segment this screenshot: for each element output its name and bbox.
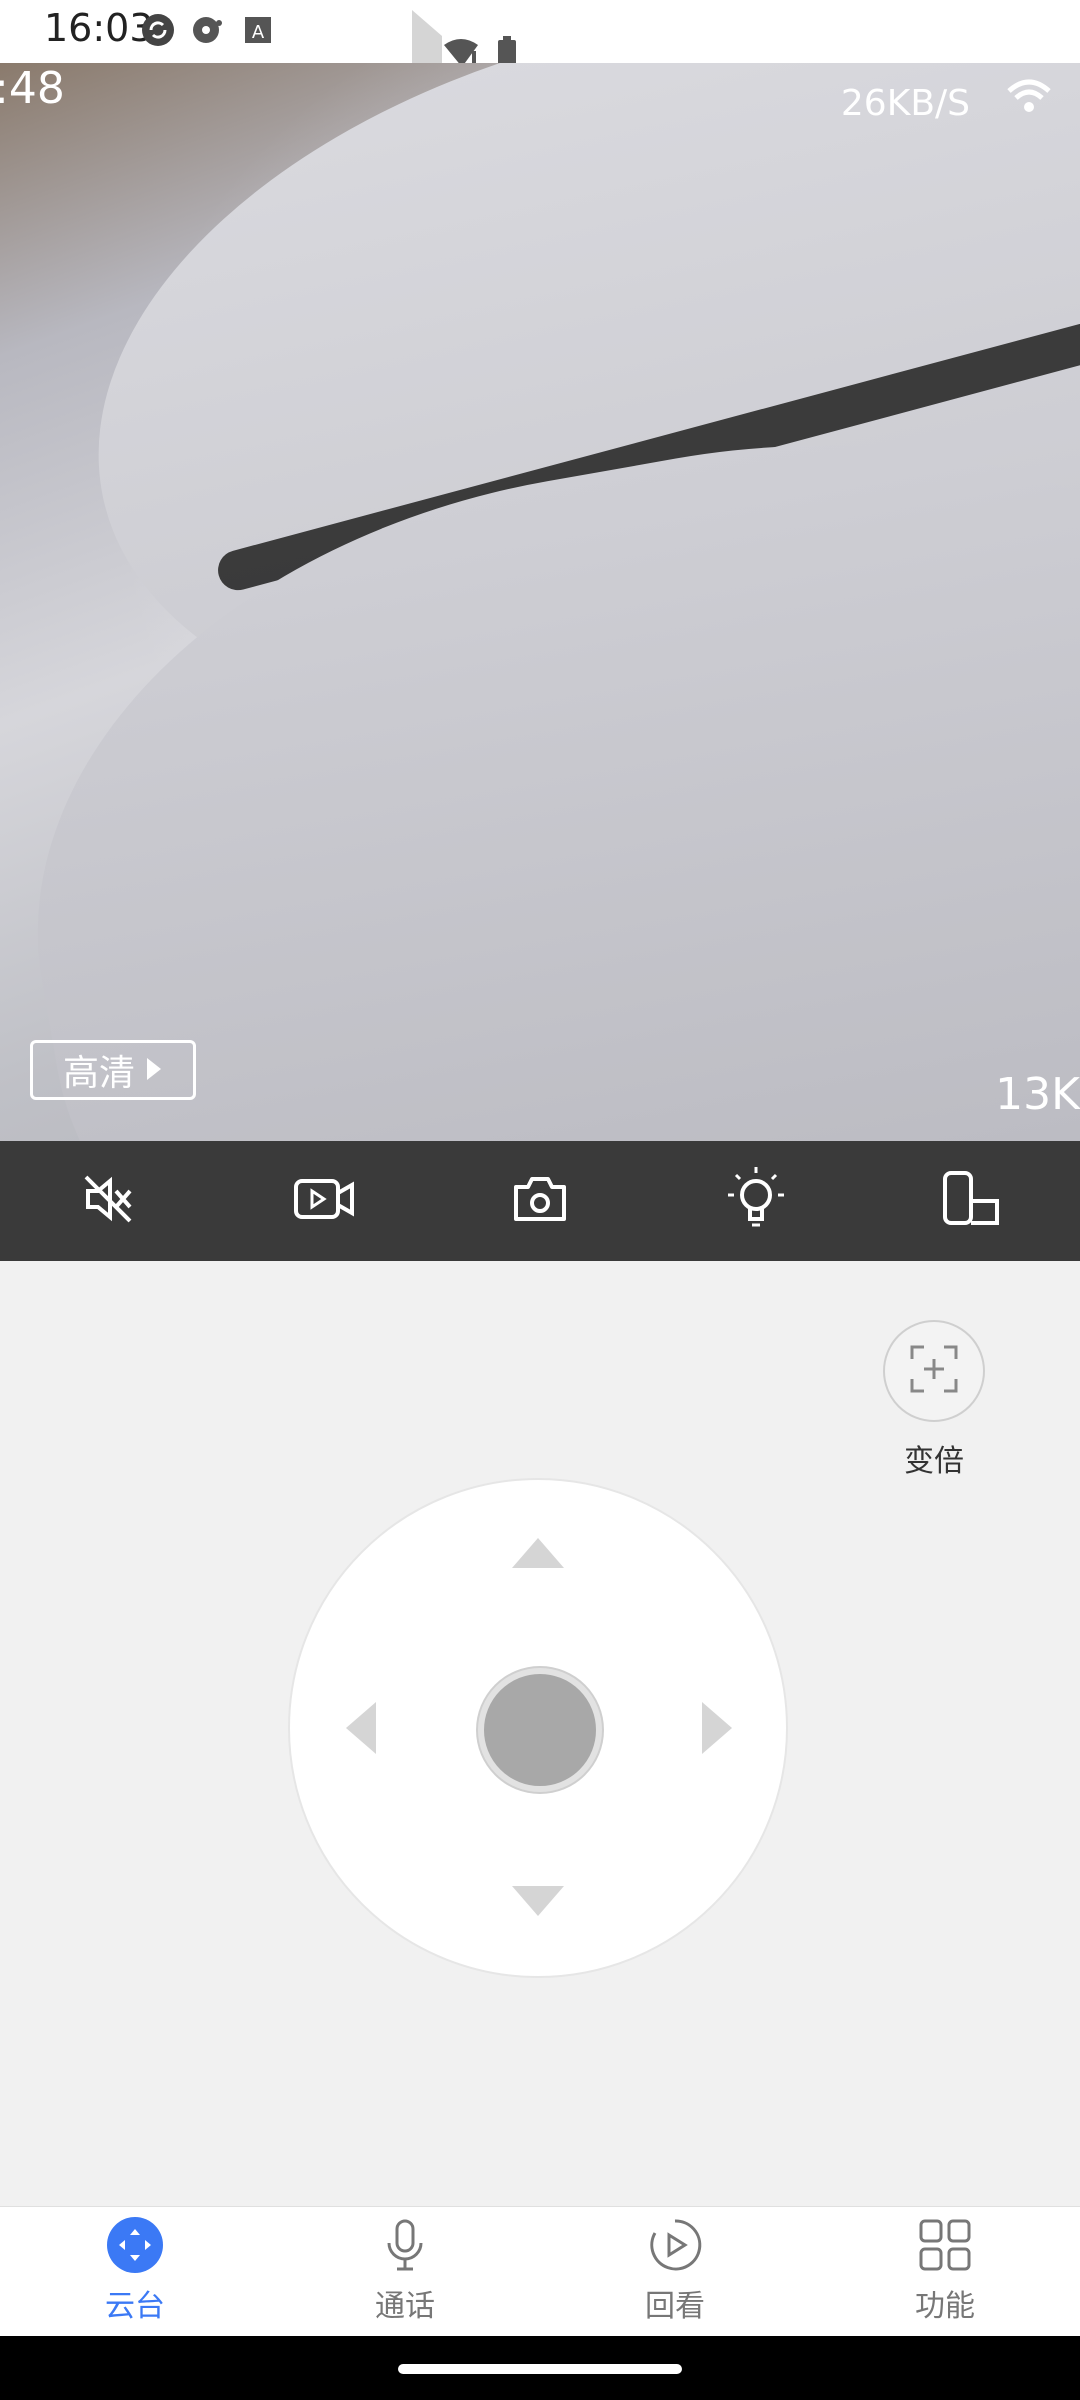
font-icon: A <box>240 12 276 48</box>
ptz-joystick[interactable] <box>288 1478 788 1978</box>
quality-label: 高清 <box>62 1053 135 1094</box>
gesture-handle[interactable] <box>398 2364 682 2374</box>
status-time: 16:03 <box>44 6 154 50</box>
light-button[interactable] <box>711 1156 801 1246</box>
ptz-icon <box>107 2217 163 2273</box>
bitrate-label: 13K <box>995 1069 1080 1120</box>
ptz-joystick-knob[interactable] <box>478 1668 602 1792</box>
ptz-up-arrow-icon[interactable] <box>512 1538 564 1568</box>
video-preview[interactable]: :48 26KB/S 高清 13K <box>0 63 1080 1141</box>
nav-label-talk: 通话 <box>375 2289 435 2324</box>
screen-rotate-icon <box>939 1167 1005 1235</box>
zoom-control: 变倍 <box>882 1320 986 1480</box>
screen-rotate-button[interactable] <box>927 1156 1017 1246</box>
wifi-icon <box>1006 79 1052 119</box>
nav-item-ptz[interactable]: 云台 <box>0 2207 270 2337</box>
play-triangle-icon <box>145 1050 163 1091</box>
nav-item-talk[interactable]: 通话 <box>270 2207 540 2337</box>
bottom-nav: 云台 通话 回看 功能 <box>0 2206 1080 2337</box>
ptz-left-arrow-icon[interactable] <box>346 1702 376 1754</box>
nav-label-ptz: 云台 <box>105 2289 165 2324</box>
svg-text:A: A <box>252 22 265 43</box>
record-video-button[interactable] <box>279 1156 369 1246</box>
video-toolbar <box>0 1141 1080 1261</box>
ptz-right-arrow-icon[interactable] <box>702 1702 732 1754</box>
camera-icon <box>510 1171 570 1231</box>
sync-icon <box>140 12 176 48</box>
snapshot-button[interactable] <box>495 1156 585 1246</box>
nav-item-playback[interactable]: 回看 <box>540 2207 810 2337</box>
quality-selector[interactable]: 高清 <box>30 1040 196 1100</box>
zoom-focus-icon <box>908 1343 960 1399</box>
nav-item-functions[interactable]: 功能 <box>810 2207 1080 2337</box>
playback-icon <box>647 2217 703 2273</box>
ptz-down-arrow-icon[interactable] <box>512 1886 564 1916</box>
microphone-icon <box>377 2217 433 2273</box>
media-icon <box>190 12 226 48</box>
mute-button[interactable] <box>63 1156 153 1246</box>
light-icon <box>718 1163 794 1239</box>
nav-label-playback: 回看 <box>645 2289 705 2324</box>
mute-icon <box>80 1171 136 1231</box>
nav-label-functions: 功能 <box>915 2289 975 2324</box>
video-timestamp: :48 <box>0 63 65 114</box>
network-speed: 26KB/S <box>840 83 970 124</box>
grid-icon <box>917 2217 973 2273</box>
zoom-button[interactable] <box>883 1320 985 1422</box>
record-video-icon <box>292 1171 356 1231</box>
gesture-bar <box>0 2336 1080 2400</box>
zoom-label: 变倍 <box>904 1444 964 1479</box>
status-bar: 16:03 A <box>0 0 1080 102</box>
